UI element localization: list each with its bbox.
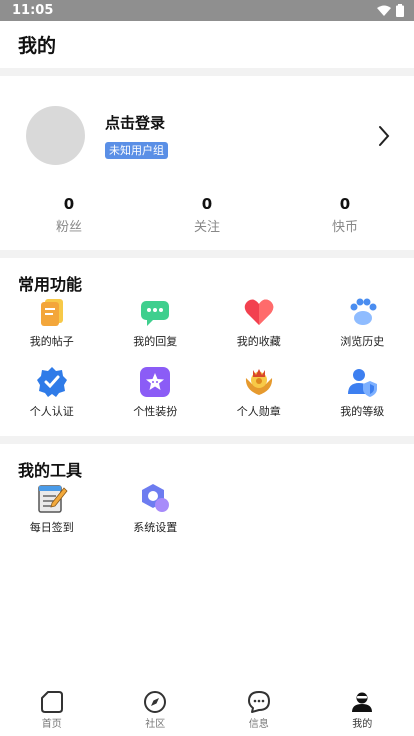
stat-label: 粉丝 [55,220,82,235]
browse-history-item[interactable]: 浏览历史 [311,296,414,366]
item-label: 我的收藏 [236,335,281,348]
stat-label: 关注 [193,220,220,235]
item-label: 我的回复 [133,335,178,348]
tab-community[interactable]: 社区 [104,684,208,736]
login-link[interactable]: 点击登录 [105,112,378,133]
stat-fans[interactable]: 0 粉丝 [0,195,138,250]
page-title: 我的 [18,35,57,57]
item-label: 个人勋章 [236,405,281,418]
tab-mine[interactable]: 我的 [311,684,414,736]
divider [0,68,414,76]
item-label: 个人认证 [29,405,74,418]
status-time: 11:05 [12,3,54,18]
stat-value: 0 [339,195,351,213]
system-settings-item[interactable]: 系统设置 [104,482,208,552]
profile-icon [352,692,373,712]
avatar[interactable] [26,106,85,165]
medal-icon [245,369,272,395]
section-title-tools: 我的工具 [18,461,83,480]
tab-messages[interactable]: 信息 [207,684,311,736]
heart-icon [244,299,274,325]
section-title-common: 常用功能 [18,275,83,294]
divider [0,436,414,444]
tab-label: 首页 [41,719,62,730]
chevron-right-icon[interactable] [378,125,390,147]
stat-value: 0 [63,195,75,213]
personal-verify-item[interactable]: 个人认证 [0,366,104,436]
daily-checkin-item[interactable]: 每日签到 [0,482,104,552]
bottom-tab-bar: 首页 社区 信息 我的 [0,684,414,736]
item-label: 每日签到 [29,521,74,534]
status-bar: 11:05 [0,0,414,21]
personal-dress-item[interactable]: 个性装扮 [104,366,208,436]
common-functions-grid: 我的帖子 我的回复 我的收藏 浏览历史 个人认证 个性装扮 个人勋章 我的等级 [0,296,414,436]
stat-following[interactable]: 0 关注 [138,195,276,250]
compass-icon [144,691,167,713]
tab-label: 我的 [352,719,373,730]
stat-value: 0 [201,195,213,213]
settings-icon [142,484,170,512]
item-label: 我的帖子 [29,335,74,348]
paw-icon [350,298,377,325]
item-label: 我的等级 [340,405,385,418]
home-icon [40,691,63,713]
tools-grid: 每日签到 系统设置 [0,482,414,552]
user-group-badge: 未知用户组 [105,142,168,159]
notepad-pencil-icon [38,485,68,513]
reply-icon [141,301,170,326]
star-dress-icon [140,367,171,397]
item-label: 个性装扮 [133,405,178,418]
personal-medal-item[interactable]: 个人勋章 [207,366,311,436]
verified-badge-icon [36,367,67,397]
divider [0,250,414,258]
stat-label: 快币 [331,220,358,235]
posts-icon [40,299,63,326]
battery-icon [396,4,404,17]
my-posts-item[interactable]: 我的帖子 [0,296,104,366]
my-replies-item[interactable]: 我的回复 [104,296,208,366]
my-favorites-item[interactable]: 我的收藏 [207,296,311,366]
stat-coins[interactable]: 0 快币 [276,195,414,250]
profile-card[interactable]: 点击登录 未知用户组 [0,76,414,195]
wifi-icon [377,5,391,16]
stats-row: 0 粉丝 0 关注 0 快币 [0,195,414,250]
message-icon [247,691,270,713]
my-level-item[interactable]: 我的等级 [311,366,414,436]
item-label: 浏览历史 [340,335,385,348]
user-shield-icon [348,369,378,397]
tab-label: 信息 [248,719,269,730]
item-label: 系统设置 [133,521,178,534]
tab-label: 社区 [145,719,166,730]
tab-home[interactable]: 首页 [0,684,104,736]
